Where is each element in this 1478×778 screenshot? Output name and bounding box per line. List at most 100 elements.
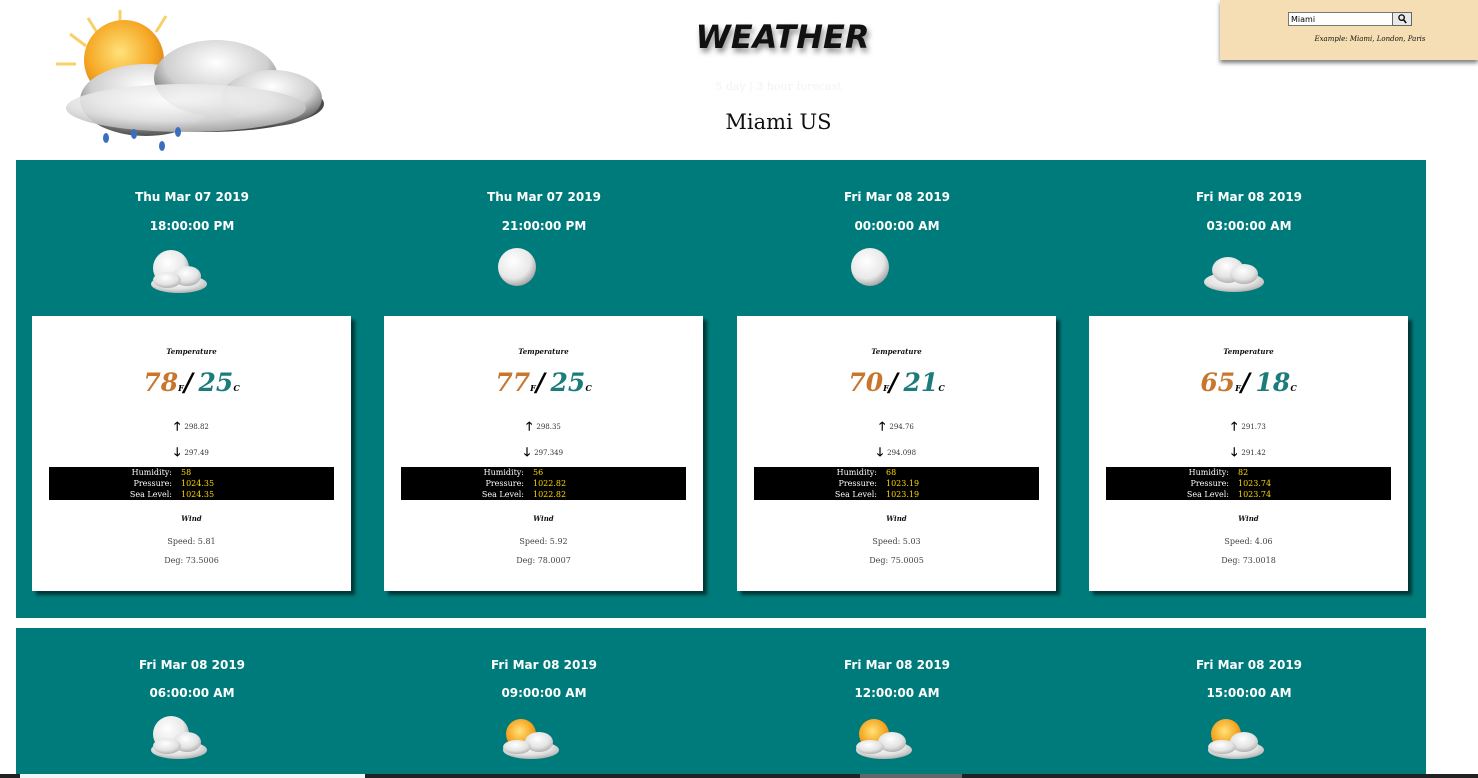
- temperature-label: Temperature: [1223, 347, 1274, 356]
- sea-level-label: Sea Level:: [481, 490, 524, 499]
- arrow-up-icon: 🡑: [879, 419, 886, 433]
- temp-min: 🡓 297.349: [384, 443, 703, 464]
- wind-speed: Speed: 4.06: [1224, 537, 1273, 546]
- wind-label: Wind: [886, 514, 907, 523]
- cloud-icon: [1200, 246, 1266, 296]
- sea-level-value: 1024.35: [181, 490, 215, 499]
- wind-degree: Deg: 73.5006: [164, 556, 219, 565]
- temp-fahrenheit: 78: [143, 368, 179, 397]
- moon-cloud-icon: [143, 712, 209, 762]
- sea-level-value: 1023.74: [1238, 490, 1272, 499]
- temp-min-value: 297.349: [534, 449, 564, 457]
- forecast-column: Fri Mar 08 2019 06:00:00 AM: [16, 628, 368, 778]
- temperature-value: 77F/ 25C: [384, 368, 703, 397]
- forecast-time: 21:00:00 PM: [501, 219, 587, 233]
- wind-speed: Speed: 5.03: [872, 537, 921, 546]
- stats-box: Humidity: 68 Pressure: 1023.19 Sea Level: 1…: [754, 467, 1039, 500]
- temperature-value: 70F/ 21C: [737, 368, 1056, 397]
- forecast-time: 12:00:00 AM: [854, 686, 940, 700]
- horizontal-scrollbar[interactable]: [0, 774, 1478, 778]
- forecast-card: Temperature 70F/ 21C 🡑 294.76 🡓 294.098 Hu…: [737, 316, 1056, 591]
- scrollbar-thumb[interactable]: [860, 774, 962, 778]
- temp-max: 🡑 291.73: [1089, 417, 1408, 438]
- forecast-time: 15:00:00 AM: [1206, 686, 1292, 700]
- wind-label: Wind: [533, 514, 554, 523]
- forecast-time: 18:00:00 PM: [149, 219, 235, 233]
- sun-cloud-icon: [1200, 712, 1266, 762]
- forecast-row: Fri Mar 08 2019 06:00:00 AM Fri Mar 08 2…: [16, 628, 1426, 778]
- forecast-date: Fri Mar 08 2019: [1195, 658, 1303, 672]
- arrow-down-icon: 🡓: [876, 445, 884, 459]
- forecast-date: Fri Mar 08 2019: [1195, 190, 1303, 204]
- moon-cloud-icon: [143, 246, 209, 296]
- page-subtitle: 5 day | 3 hour forecast: [715, 80, 842, 93]
- temp-max-value: 294.76: [889, 423, 914, 431]
- sun-cloud-icon: [848, 712, 914, 762]
- forecast-column: Thu Mar 07 2019 21:00:00 PM Temperature …: [368, 160, 720, 618]
- forecast-date: Thu Mar 07 2019: [487, 190, 601, 204]
- temp-max: 🡑 294.76: [737, 417, 1056, 438]
- unit-celsius: C: [233, 383, 240, 393]
- sea-level-label: Sea Level:: [129, 490, 172, 499]
- search-panel: Example: Miami, London, Paris: [1220, 0, 1478, 60]
- unit-celsius: C: [938, 383, 945, 393]
- humidity-value: 68: [886, 468, 897, 477]
- forecast-card: Temperature 77F/ 25C 🡑 298.35 🡓 297.349 Hu…: [384, 316, 703, 591]
- temp-max-value: 291.73: [1241, 423, 1266, 431]
- temp-fahrenheit: 65: [1200, 368, 1236, 397]
- forecast-column: Fri Mar 08 2019 12:00:00 AM: [721, 628, 1073, 778]
- humidity-value: 58: [181, 468, 192, 477]
- forecast-column: Fri Mar 08 2019 03:00:00 AM Temperature …: [1073, 160, 1425, 618]
- forecast-date: Thu Mar 07 2019: [135, 190, 249, 204]
- humidity-label: Humidity:: [483, 468, 524, 477]
- unit-celsius: C: [1290, 383, 1297, 393]
- temp-celsius: 21: [903, 368, 939, 397]
- temp-min-value: 291.42: [1241, 449, 1266, 457]
- temp-separator: /: [535, 368, 545, 397]
- forecast-column: Fri Mar 08 2019 09:00:00 AM: [368, 628, 720, 778]
- temp-celsius: 25: [198, 368, 234, 397]
- humidity-value: 82: [1238, 468, 1249, 477]
- temp-celsius: 25: [550, 368, 586, 397]
- temp-fahrenheit: 70: [848, 368, 884, 397]
- temp-max: 🡑 298.35: [384, 417, 703, 438]
- forecast-row: Thu Mar 07 2019 18:00:00 PM Temperature …: [16, 160, 1426, 618]
- arrow-up-icon: 🡑: [1231, 419, 1238, 433]
- forecast-time: 06:00:00 AM: [149, 686, 235, 700]
- search-input[interactable]: [1288, 12, 1394, 26]
- temperature-label: Temperature: [871, 347, 922, 356]
- forecast-date: Fri Mar 08 2019: [843, 658, 951, 672]
- temp-min: 🡓 291.42: [1089, 443, 1408, 464]
- search-icon: [1398, 14, 1407, 24]
- temp-max: 🡑 298.82: [32, 417, 351, 438]
- forecast-column: Thu Mar 07 2019 18:00:00 PM Temperature …: [16, 160, 368, 618]
- forecast-column: Fri Mar 08 2019 15:00:00 AM: [1073, 628, 1425, 778]
- pressure-value: 1022.82: [533, 479, 567, 488]
- temp-fahrenheit: 77: [495, 368, 531, 397]
- temperature-label: Temperature: [518, 347, 569, 356]
- scrollbar-track-segment: [20, 774, 365, 778]
- temperature-value: 65F/ 18C: [1089, 368, 1408, 397]
- temp-min-value: 294.098: [887, 449, 917, 457]
- stats-box: Humidity: 58 Pressure: 1024.35 Sea Level: 1…: [49, 467, 334, 500]
- forecast-time: 00:00:00 AM: [854, 219, 940, 233]
- forecast-date: Fri Mar 08 2019: [138, 658, 246, 672]
- humidity-value: 56: [533, 468, 544, 477]
- wind-speed: Speed: 5.92: [519, 537, 568, 546]
- forecast-time: 09:00:00 AM: [501, 686, 587, 700]
- pressure-value: 1023.19: [886, 479, 920, 488]
- wind-degree: Deg: 73.0018: [1221, 556, 1276, 565]
- temp-max-value: 298.82: [184, 423, 209, 431]
- unit-celsius: C: [585, 383, 592, 393]
- stats-box: Humidity: 56 Pressure: 1022.82 Sea Level: 1…: [401, 467, 686, 500]
- search-button[interactable]: [1392, 12, 1412, 26]
- temp-min: 🡓 294.098: [737, 443, 1056, 464]
- temp-min: 🡓 297.49: [32, 443, 351, 464]
- moon-icon: [848, 246, 914, 296]
- stats-box: Humidity: 82 Pressure: 1023.74 Sea Level: 1…: [1106, 467, 1391, 500]
- arrow-up-icon: 🡑: [174, 419, 181, 433]
- pressure-label: Pressure:: [838, 479, 877, 488]
- temp-max-value: 298.35: [536, 423, 561, 431]
- city-name: Miami US: [725, 110, 832, 134]
- humidity-label: Humidity:: [836, 468, 877, 477]
